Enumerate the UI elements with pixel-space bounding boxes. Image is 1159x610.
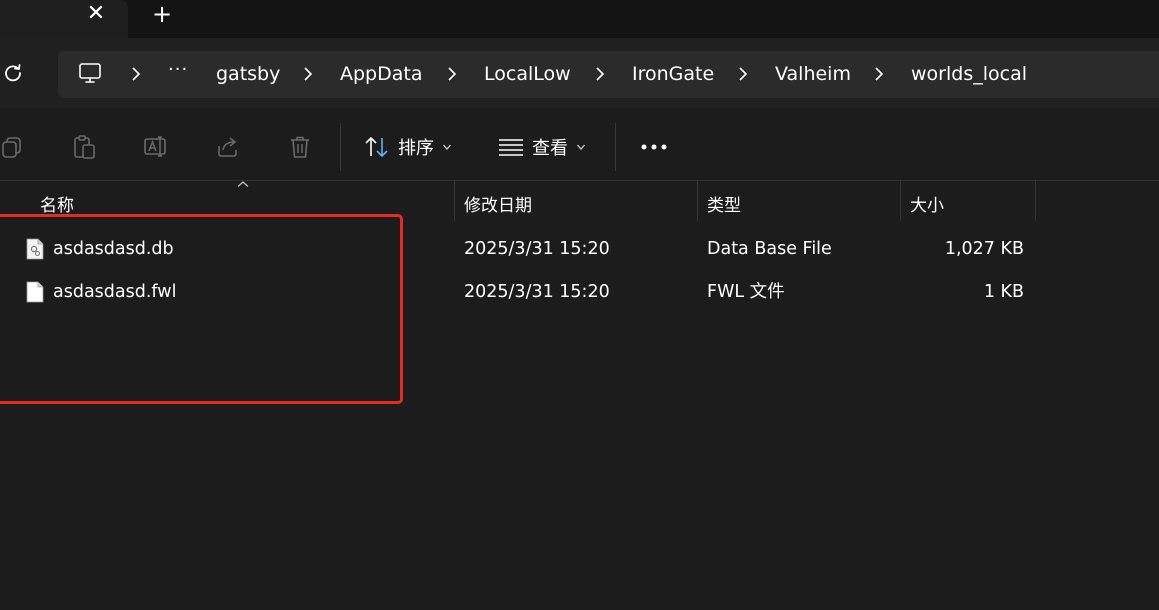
breadcrumb-appdata[interactable]: AppData <box>340 62 423 86</box>
column-header-name[interactable]: 名称 <box>40 191 74 216</box>
rename-icon[interactable] <box>143 134 169 160</box>
copy-icon[interactable] <box>0 134 26 160</box>
chevron-right-icon <box>448 67 457 81</box>
chevron-right-icon <box>304 67 313 81</box>
column-header-size[interactable]: 大小 <box>910 191 944 216</box>
toolbar-divider <box>615 123 616 171</box>
view-button[interactable]: 查看 <box>498 132 586 162</box>
this-pc-icon[interactable] <box>78 62 102 84</box>
chevron-right-icon <box>596 67 605 81</box>
delete-icon[interactable] <box>287 134 313 160</box>
sort-button[interactable]: 排序 <box>364 132 452 162</box>
chevron-down-icon <box>443 144 451 150</box>
share-icon[interactable] <box>215 134 241 160</box>
new-tab-button[interactable]: + <box>150 2 174 26</box>
refresh-icon[interactable] <box>2 62 24 84</box>
sort-icon <box>365 137 388 157</box>
breadcrumb-worlds-local[interactable]: worlds_local <box>911 62 1027 86</box>
breadcrumb-irongate[interactable]: IronGate <box>632 62 714 86</box>
column-separator[interactable] <box>697 181 698 221</box>
file-type: Data Base File <box>707 239 832 259</box>
breadcrumb-valheim[interactable]: Valheim <box>775 62 851 86</box>
active-tab[interactable] <box>0 0 128 38</box>
sort-label: 排序 <box>398 138 434 159</box>
sort-ascending-icon <box>237 181 249 187</box>
chevron-right-icon <box>132 67 141 81</box>
breadcrumb-locallow[interactable]: LocalLow <box>484 62 571 86</box>
file-type: FWL 文件 <box>707 282 785 302</box>
breadcrumb-overflow[interactable]: ··· <box>168 60 188 84</box>
chevron-down-icon <box>577 144 585 150</box>
chevron-right-icon <box>875 67 884 81</box>
column-separator[interactable] <box>454 181 455 221</box>
file-size: 1 KB <box>983 282 1024 302</box>
view-icon <box>499 139 523 156</box>
file-modified: 2025/3/31 15:20 <box>464 239 610 259</box>
column-header-modified[interactable]: 修改日期 <box>464 191 532 216</box>
toolbar-divider <box>340 123 341 171</box>
column-separator[interactable] <box>900 181 901 221</box>
column-separator[interactable] <box>1035 181 1036 221</box>
view-label: 查看 <box>532 138 568 159</box>
file-modified: 2025/3/31 15:20 <box>464 282 610 302</box>
chevron-right-icon <box>739 67 748 81</box>
paste-icon[interactable] <box>72 134 98 160</box>
highlight-box <box>0 214 403 404</box>
breadcrumb-gatsby[interactable]: gatsby <box>216 62 280 86</box>
file-size: 1,027 KB <box>944 239 1024 259</box>
column-header-type[interactable]: 类型 <box>707 191 741 216</box>
close-tab-button[interactable]: ✕ <box>84 2 108 26</box>
more-icon[interactable] <box>640 143 668 151</box>
